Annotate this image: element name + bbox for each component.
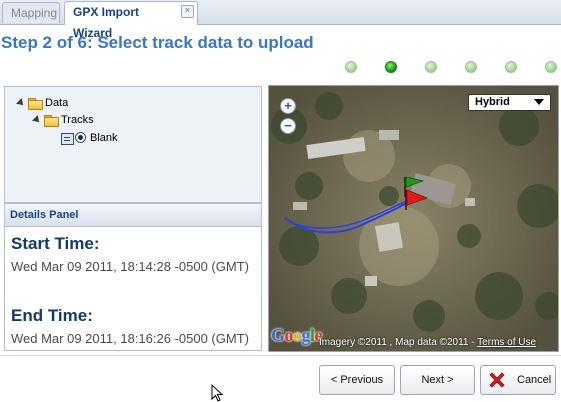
- track-tree: Data Tracks Blank: [4, 86, 262, 203]
- map-view[interactable]: + − Hybrid Google Imagery ©2011 , Map da…: [268, 85, 559, 352]
- google-logo: Google: [271, 325, 323, 345]
- cancel-button-label: Cancel: [517, 374, 552, 386]
- end-time-value: Wed Mar 09 2011, 18:16:26 -0500 (GMT): [11, 331, 249, 346]
- expand-arrow-icon[interactable]: [16, 98, 26, 109]
- next-button[interactable]: Next >: [400, 365, 475, 395]
- mouse-cursor-icon: [211, 384, 223, 402]
- tab-bar: Mapping GPX Import Wizard ×: [0, 0, 561, 40]
- previous-button[interactable]: < Previous: [319, 365, 395, 395]
- tab-gpx-import-wizard[interactable]: GPX Import Wizard ×: [64, 1, 198, 40]
- step-dot-1-icon: [345, 61, 357, 73]
- zoom-in-button[interactable]: +: [280, 98, 296, 114]
- tree-node-tracks-label: Tracks: [61, 114, 94, 126]
- satellite-imagery: [269, 86, 558, 351]
- attribution-text: Imagery ©2011 , Map data ©2011 -: [319, 337, 478, 348]
- tree-node-blank-label: Blank: [90, 132, 118, 144]
- step-dot-3-icon: [425, 61, 437, 73]
- tree-node-data-label: Data: [45, 97, 69, 109]
- track-radio-icon[interactable]: [61, 131, 87, 145]
- step-dot-4-icon: [465, 61, 477, 73]
- expand-arrow-icon[interactable]: [32, 115, 42, 126]
- map-type-select[interactable]: Hybrid: [468, 94, 551, 111]
- close-icon[interactable]: ×: [181, 5, 194, 18]
- map-type-value: Hybrid: [475, 96, 510, 108]
- cancel-x-icon: [489, 372, 505, 388]
- end-time-label: End Time:: [11, 306, 93, 325]
- tree-node-data[interactable]: Data: [16, 95, 69, 111]
- step-dot-2-active-icon: [385, 61, 397, 73]
- zoom-out-button[interactable]: −: [280, 118, 296, 134]
- start-time-value: Wed Mar 09 2011, 18:14:28 -0500 (GMT): [11, 259, 249, 274]
- footer-divider: [0, 355, 561, 356]
- chevron-down-icon: [534, 99, 544, 105]
- map-attribution: Imagery ©2011 , Map data ©2011 - Terms o…: [319, 337, 536, 348]
- page-title: Step 2 of 6: Select track data to upload: [1, 33, 314, 52]
- details-panel: Details Panel Start Time: Wed Mar 09 201…: [4, 203, 262, 351]
- terms-of-use-link[interactable]: Terms of Use: [477, 337, 536, 348]
- folder-icon: [28, 97, 43, 110]
- step-dot-6-icon: [545, 61, 557, 73]
- details-panel-header: Details Panel: [5, 204, 261, 227]
- start-time-label: Start Time:: [11, 234, 100, 253]
- step-dot-5-icon: [505, 61, 517, 73]
- folder-icon: [44, 114, 59, 127]
- cancel-button[interactable]: Cancel: [480, 365, 556, 395]
- tab-mapping-label: Mapping: [11, 6, 58, 20]
- tree-node-blank[interactable]: Blank: [61, 130, 118, 146]
- tree-node-tracks[interactable]: Tracks: [32, 112, 94, 128]
- tab-mapping[interactable]: Mapping: [2, 2, 60, 23]
